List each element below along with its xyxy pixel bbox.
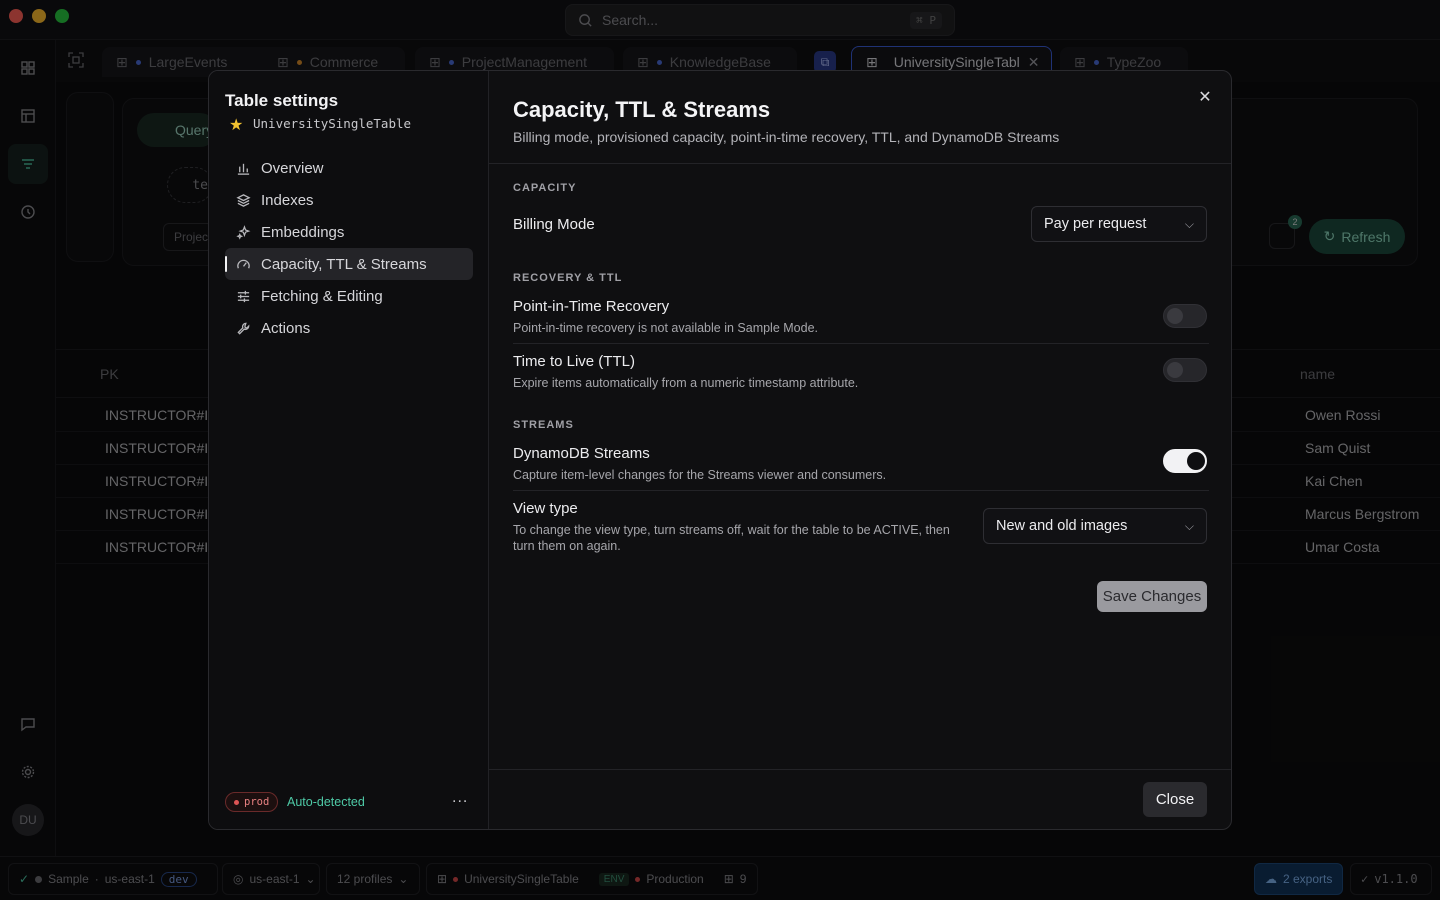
view-type-description: To change the view type, turn streams of… <box>513 523 950 553</box>
view-type-select[interactable]: New and old images ⌵ <box>983 508 1207 544</box>
recovery-heading: RECOVERY & TTL <box>513 272 623 284</box>
close-icon[interactable]: ✕ <box>1193 85 1217 109</box>
billing-mode-select[interactable]: Pay per request ⌵ <box>1031 206 1207 242</box>
ttl-description: Expire items automatically from a numeri… <box>513 376 859 390</box>
view-type-label: View type <box>513 500 578 517</box>
layers-icon <box>235 192 251 208</box>
settings-content: Capacity, TTL & Streams Billing mode, pr… <box>489 71 1231 829</box>
settings-title: Table settings <box>225 91 339 110</box>
prod-dot <box>234 799 239 805</box>
row-divider <box>513 490 1209 491</box>
nav-label: Fetching & Editing <box>261 287 383 305</box>
save-changes-button[interactable]: Save Changes <box>1097 581 1207 612</box>
active-indicator <box>225 256 227 272</box>
nav-fetching-editing[interactable]: Fetching & Editing <box>225 280 473 312</box>
streams-heading: STREAMS <box>513 419 574 431</box>
view-type-value: New and old images <box>996 518 1128 534</box>
dynamodb-streams-description: Capture item-level changes for the Strea… <box>513 468 887 482</box>
sliders-icon <box>235 288 251 304</box>
nav-label: Indexes <box>261 191 314 209</box>
nav-label: Capacity, TTL & Streams <box>261 255 427 273</box>
billing-mode-value: Pay per request <box>1044 216 1147 232</box>
toggle-knob <box>1167 308 1183 324</box>
capacity-heading: CAPACITY <box>513 182 577 194</box>
settings-table-name: UniversitySingleTable <box>253 116 412 131</box>
env-note: Auto-detected <box>287 795 365 809</box>
more-options-icon[interactable]: ... <box>452 789 468 807</box>
nav-label: Actions <box>261 319 311 337</box>
pitr-toggle[interactable] <box>1163 304 1207 328</box>
sparkles-icon <box>235 224 251 240</box>
env-badge-prod[interactable]: prod <box>225 792 279 812</box>
nav-label: Embeddings <box>261 223 345 241</box>
toggle-knob <box>1167 362 1183 378</box>
section-title: Capacity, TTL & Streams <box>513 97 771 122</box>
env-badge-label: prod <box>244 796 270 808</box>
close-button[interactable]: Close <box>1143 782 1207 817</box>
header-divider <box>489 163 1231 164</box>
toggle-knob <box>1187 452 1205 470</box>
nav-capacity-ttl-streams[interactable]: Capacity, TTL & Streams <box>225 248 473 280</box>
section-subtitle: Billing mode, provisioned capacity, poin… <box>513 129 1060 145</box>
nav-actions[interactable]: Actions <box>225 312 473 344</box>
app-window: Search... ⌘ P DU ⊞LargeEvents ⊞Commerc <box>0 0 1440 900</box>
pitr-label: Point-in-Time Recovery <box>513 298 670 315</box>
wrench-icon <box>235 320 251 336</box>
star-icon[interactable]: ★ <box>229 115 243 135</box>
nav-indexes[interactable]: Indexes <box>225 184 473 216</box>
ttl-label: Time to Live (TTL) <box>513 353 635 370</box>
gauge-icon <box>235 256 251 272</box>
chevron-down-icon: ⌵ <box>1184 216 1194 231</box>
billing-mode-label: Billing Mode <box>513 216 595 233</box>
chevron-down-icon: ⌵ <box>1184 518 1194 533</box>
bar-chart-icon <box>235 160 251 176</box>
footer-divider <box>489 769 1231 770</box>
dynamodb-streams-toggle[interactable] <box>1163 449 1207 473</box>
dynamodb-streams-label: DynamoDB Streams <box>513 445 650 462</box>
settings-sidebar: Table settings ★ UniversitySingleTable O… <box>209 71 489 829</box>
table-settings-modal: Table settings ★ UniversitySingleTable O… <box>208 70 1232 830</box>
pitr-description: Point-in-time recovery is not available … <box>513 321 818 335</box>
nav-overview[interactable]: Overview <box>225 152 473 184</box>
ttl-toggle[interactable] <box>1163 358 1207 382</box>
row-divider <box>513 343 1209 344</box>
nav-embeddings[interactable]: Embeddings <box>225 216 473 248</box>
nav-label: Overview <box>261 159 324 177</box>
